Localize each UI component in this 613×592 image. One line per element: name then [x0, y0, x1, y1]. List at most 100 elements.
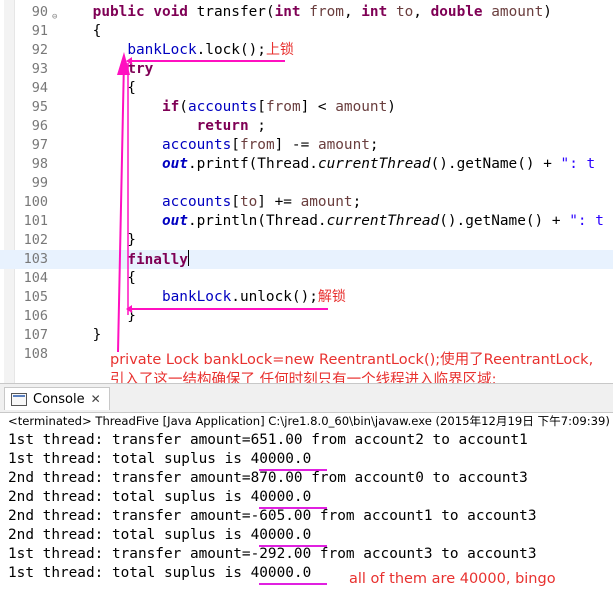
code-line[interactable]: 104 { — [0, 269, 613, 288]
code-token: .unlock(); — [231, 289, 318, 305]
code-token: from — [239, 137, 275, 153]
code-token: } — [58, 308, 136, 324]
code-token: currentThread — [326, 213, 440, 229]
code-line[interactable]: 90 ⊖ public void transfer(int from, int t… — [0, 3, 613, 22]
console-line: 2nd thread: transfer amount=870.00 from … — [8, 470, 528, 486]
code-text: { — [58, 269, 136, 288]
code-token: return — [196, 118, 249, 134]
code-token: currentThread — [317, 156, 431, 172]
code-line[interactable]: 96 return ; — [0, 117, 613, 136]
code-token: ; — [352, 194, 362, 210]
code-line[interactable]: 91 { — [0, 22, 613, 41]
annotation-note-line1: private Lock bankLock=new ReentrantLock(… — [110, 352, 594, 368]
bingo-annotation: all of them are 40000, bingo — [349, 571, 556, 587]
line-number: 106 — [23, 308, 48, 324]
code-token: ": t — [569, 213, 604, 229]
console-icon — [11, 392, 27, 406]
code-text: bankLock.unlock();解锁 — [58, 288, 346, 307]
code-token: accounts — [161, 194, 232, 210]
console-line: 1st thread: transfer amount=-292.00 from… — [8, 546, 537, 562]
code-text: out.println(Thread.currentThread().getNa… — [58, 212, 604, 231]
code-token: out — [161, 213, 188, 229]
code-line[interactable]: 100 accounts[to] += amount; — [0, 193, 613, 212]
line-number: 103 — [23, 251, 48, 267]
code-token: amount — [300, 194, 353, 210]
code-line[interactable]: 99 — [0, 174, 613, 193]
code-line[interactable]: 102 } — [0, 231, 613, 250]
code-text: } — [58, 307, 136, 326]
code-token: ( — [179, 99, 188, 115]
code-token: int — [361, 4, 388, 20]
code-line[interactable]: 93 try — [0, 60, 613, 79]
code-token: } — [58, 232, 136, 248]
console-line: 1st thread: total suplus is 40000.0 — [8, 451, 312, 467]
code-line[interactable]: 94 { — [0, 79, 613, 98]
console-tab-bar: Console ✕ — [0, 383, 613, 413]
close-icon[interactable]: ✕ — [91, 392, 101, 406]
code-token: to — [239, 194, 258, 210]
code-text: } — [58, 326, 102, 345]
line-number: 108 — [23, 346, 48, 362]
line-number: 96 — [31, 118, 48, 134]
console-tab-label: Console — [33, 391, 85, 407]
code-token: finally — [127, 252, 188, 268]
code-editor[interactable]: 90 ⊖ public void transfer(int from, int t… — [0, 0, 613, 388]
code-token: transfer( — [187, 4, 275, 20]
code-token: ().getName() + — [430, 156, 561, 172]
code-line[interactable]: 105 bankLock.unlock();解锁 — [0, 288, 613, 307]
code-line[interactable]: 101 out.println(Thread.currentThread().g… — [0, 212, 613, 231]
code-token: from — [309, 4, 344, 20]
text-caret — [187, 250, 189, 266]
line-number: 102 — [23, 232, 48, 248]
code-token: ] += — [257, 194, 301, 210]
code-token: ) — [387, 99, 396, 115]
code-text: if(accounts[from] < amount) — [58, 98, 396, 117]
line-number: 90 — [31, 4, 48, 20]
code-token: accounts — [187, 99, 258, 115]
code-line[interactable]: 106 } — [0, 307, 613, 326]
code-token: void — [153, 4, 188, 20]
line-number: 99 — [31, 175, 48, 191]
code-token: try — [127, 61, 154, 77]
code-line[interactable]: 103 finally — [0, 250, 613, 269]
line-number: 94 — [31, 80, 48, 96]
code-token: bankLock — [127, 42, 197, 58]
code-line[interactable]: 107 } — [0, 326, 613, 345]
code-text: } — [58, 231, 136, 250]
code-line[interactable]: 98 out.printf(Thread.currentThread().get… — [0, 155, 613, 174]
line-number: 95 — [31, 99, 48, 115]
line-number: 98 — [31, 156, 48, 172]
line-number: 105 — [23, 289, 48, 305]
code-token: amount — [317, 137, 370, 153]
code-token: if — [161, 99, 180, 115]
console-line: 2nd thread: total suplus is 40000.0 — [8, 527, 312, 543]
code-token: from — [265, 99, 301, 115]
code-line[interactable]: 95 if(accounts[from] < amount) — [0, 98, 613, 117]
code-token: ().getName() + — [439, 213, 570, 229]
tab-console[interactable]: Console ✕ — [4, 387, 110, 410]
code-token: [ — [257, 99, 266, 115]
line-number: 100 — [23, 194, 48, 210]
code-token: accounts — [161, 137, 232, 153]
code-token: public — [92, 4, 145, 20]
code-token: out — [161, 156, 188, 172]
code-token: { — [58, 270, 136, 286]
code-token: , — [343, 4, 362, 20]
code-line[interactable]: 97 accounts[from] -= amount; — [0, 136, 613, 155]
code-token: amount — [335, 99, 388, 115]
code-token: , — [413, 4, 431, 20]
lock-annotation: 解锁 — [317, 289, 346, 305]
code-token: ] -= — [274, 137, 318, 153]
code-line[interactable]: 92 bankLock.lock();上锁 — [0, 41, 613, 60]
code-token: double — [430, 4, 483, 20]
